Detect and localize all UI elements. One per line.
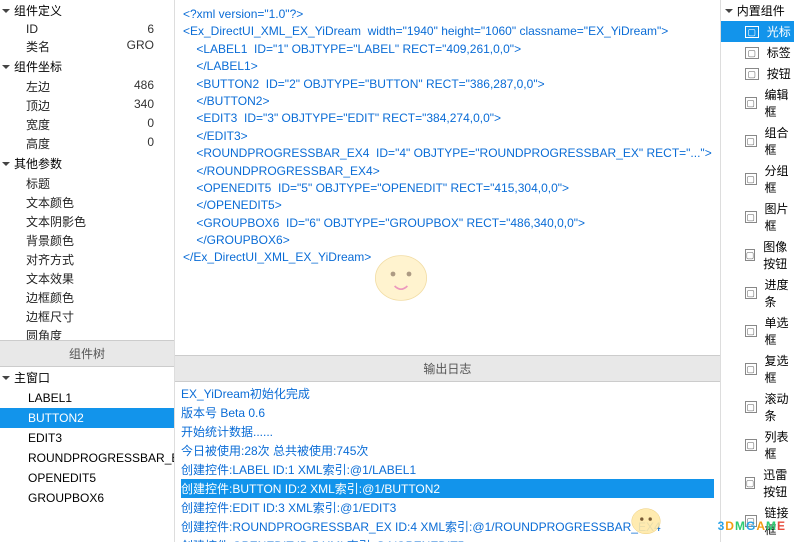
tree-item[interactable]: BUTTON2 <box>0 408 174 428</box>
code-line: <ROUNDPROGRESSBAR_EX4 ID="4" OBJTYPE="RO… <box>183 145 712 162</box>
prop-row[interactable]: 背景颜色 <box>0 231 174 250</box>
tree-root[interactable]: 主窗口 <box>0 367 174 388</box>
xml-code-view[interactable]: <?xml version="1.0"?><Ex_DirectUI_XML_EX… <box>175 0 720 355</box>
component-icon: ▢ <box>745 97 757 109</box>
log-header: 输出日志 <box>175 355 720 382</box>
palette-item[interactable]: ▢单选框 <box>721 312 794 350</box>
log-line[interactable]: 创建控件:OPENEDIT ID:5 XML索引:@1/OPENEDIT5 <box>181 536 714 542</box>
palette-item[interactable]: ▢链接框 <box>721 502 794 540</box>
code-line: </LABEL1> <box>183 58 712 75</box>
prop-row[interactable]: 顶边340 <box>0 96 174 115</box>
code-line: <?xml version="1.0"?> <box>183 6 712 23</box>
prop-row[interactable]: 文本颜色 <box>0 193 174 212</box>
log-line[interactable]: 开始统计数据...... <box>181 422 714 441</box>
palette-item[interactable]: ▢图片框 <box>721 198 794 236</box>
code-line: </OPENEDIT5> <box>183 197 712 214</box>
component-icon: ▢ <box>745 287 757 299</box>
tree-item[interactable]: OPENEDIT5 <box>0 468 174 488</box>
log-line[interactable]: 创建控件:ROUNDPROGRESSBAR_EX ID:4 XML索引:@1/R… <box>181 517 714 536</box>
tree-header: 组件树 <box>0 340 174 367</box>
component-icon: ▢ <box>745 249 756 261</box>
tree-root-label: 主窗口 <box>14 369 50 386</box>
component-icon: ▢ <box>745 47 759 59</box>
component-icon: ▢ <box>745 26 759 38</box>
tree-item[interactable]: LABEL1 <box>0 388 174 408</box>
component-icon: ▢ <box>745 477 756 489</box>
left-panel: 组件定义ID6类名GRO组件坐标左边486顶边340宽度0高度0其他参数标题文本… <box>0 0 175 542</box>
palette-item[interactable]: ▢进度条 <box>721 274 794 312</box>
log-line[interactable]: 今日被使用:28次 总共被使用:745次 <box>181 441 714 460</box>
prop-row[interactable]: 宽度0 <box>0 115 174 134</box>
palette-item[interactable]: ▢按钮 <box>721 63 794 84</box>
component-icon: ▢ <box>745 401 757 413</box>
code-line: </Ex_DirectUI_XML_EX_YiDream> <box>183 249 712 266</box>
log-line[interactable]: 创建控件:EDIT ID:3 XML索引:@1/EDIT3 <box>181 498 714 517</box>
code-line: </ROUNDPROGRESSBAR_EX4> <box>183 163 712 180</box>
tree-item[interactable]: GROUPBOX6 <box>0 488 174 508</box>
code-line: <OPENEDIT5 ID="5" OBJTYPE="OPENEDIT" REC… <box>183 180 712 197</box>
palette-item[interactable]: ▢分组框 <box>721 160 794 198</box>
properties-grid: 组件定义ID6类名GRO组件坐标左边486顶边340宽度0高度0其他参数标题文本… <box>0 0 174 340</box>
palette-item[interactable]: ▢列表框 <box>721 426 794 464</box>
palette-item[interactable]: ▢编辑框 <box>721 84 794 122</box>
prop-section-head[interactable]: 组件坐标 <box>0 56 174 77</box>
prop-row[interactable]: 对齐方式 <box>0 250 174 269</box>
tree-item[interactable]: ROUNDPROGRESSBAR_EX4 <box>0 448 174 468</box>
code-line: </GROUPBOX6> <box>183 232 712 249</box>
code-line: </EDIT3> <box>183 128 712 145</box>
log-line[interactable]: 创建控件:BUTTON ID:2 XML索引:@1/BUTTON2 <box>181 479 714 498</box>
palette-item[interactable]: ▢组合框 <box>721 122 794 160</box>
component-icon: ▢ <box>745 439 757 451</box>
code-line: </BUTTON2> <box>183 93 712 110</box>
log-line[interactable]: 版本号 Beta 0.6 <box>181 403 714 422</box>
prop-row[interactable]: 高度0 <box>0 134 174 153</box>
component-icon: ▢ <box>745 135 757 147</box>
component-tree: 主窗口 LABEL1BUTTON2EDIT3ROUNDPROGRESSBAR_E… <box>0 367 174 542</box>
component-palette: 内置组件▢光标▢标签▢按钮▢编辑框▢组合框▢分组框▢图片框▢图像按钮▢进度条▢单… <box>720 0 794 542</box>
palette-item[interactable]: ▢光标 <box>721 21 794 42</box>
component-icon: ▢ <box>745 211 757 223</box>
prop-row[interactable]: 边框尺寸 <box>0 307 174 326</box>
prop-row[interactable]: 圆角度 <box>0 326 174 340</box>
prop-section-head[interactable]: 其他参数 <box>0 153 174 174</box>
component-icon: ▢ <box>745 173 757 185</box>
code-line: <EDIT3 ID="3" OBJTYPE="EDIT" RECT="384,2… <box>183 110 712 127</box>
code-line: <Ex_DirectUI_XML_EX_YiDream width="1940"… <box>183 23 712 40</box>
palette-section-head[interactable]: 内置组件 <box>721 0 794 21</box>
prop-row[interactable]: 标题 <box>0 174 174 193</box>
code-line: <BUTTON2 ID="2" OBJTYPE="BUTTON" RECT="3… <box>183 76 712 93</box>
prop-row[interactable]: 类名GRO <box>0 37 174 56</box>
component-icon: ▢ <box>745 363 757 375</box>
palette-item[interactable]: ▢迅雷按钮 <box>721 464 794 502</box>
component-icon: ▢ <box>745 325 757 337</box>
component-icon: ▢ <box>745 515 757 527</box>
log-line[interactable]: EX_YiDream初始化完成 <box>181 384 714 403</box>
prop-row[interactable]: 左边486 <box>0 77 174 96</box>
palette-item[interactable]: ▢图像按钮 <box>721 236 794 274</box>
center-panel: <?xml version="1.0"?><Ex_DirectUI_XML_EX… <box>175 0 720 542</box>
palette-item[interactable]: ▢标签 <box>721 42 794 63</box>
prop-row[interactable]: ID6 <box>0 21 174 37</box>
prop-section-head[interactable]: 组件定义 <box>0 0 174 21</box>
component-icon: ▢ <box>745 68 759 80</box>
code-line: <GROUPBOX6 ID="6" OBJTYPE="GROUPBOX" REC… <box>183 215 712 232</box>
code-line: <LABEL1 ID="1" OBJTYPE="LABEL" RECT="409… <box>183 41 712 58</box>
prop-row[interactable]: 边框颜色 <box>0 288 174 307</box>
palette-item[interactable]: ▢复选框 <box>721 350 794 388</box>
output-log[interactable]: EX_YiDream初始化完成版本号 Beta 0.6开始统计数据......今… <box>175 382 720 542</box>
tree-item[interactable]: EDIT3 <box>0 428 174 448</box>
palette-item[interactable]: ▢滚动条 <box>721 388 794 426</box>
prop-row[interactable]: 文本效果 <box>0 269 174 288</box>
log-line[interactable]: 创建控件:LABEL ID:1 XML索引:@1/LABEL1 <box>181 460 714 479</box>
prop-row[interactable]: 文本阴影色 <box>0 212 174 231</box>
